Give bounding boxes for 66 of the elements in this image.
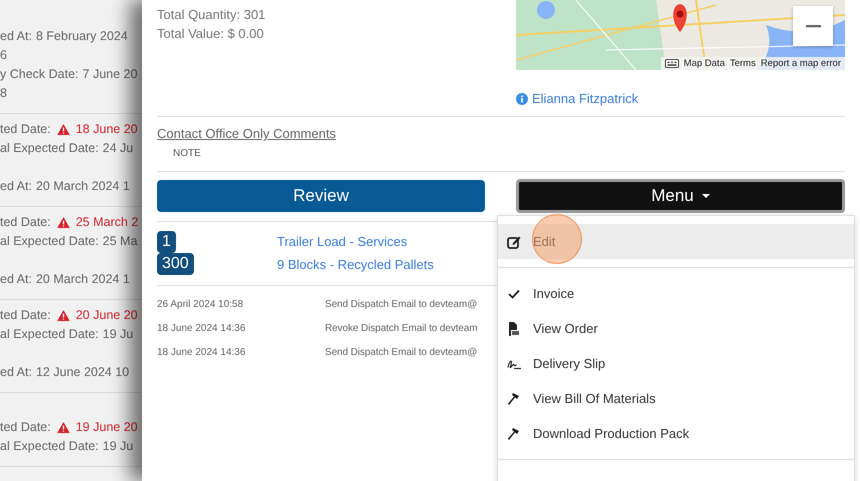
field-value: 6 (0, 47, 7, 64)
field-value: 20 June 20 (76, 307, 138, 324)
map-attribution-link[interactable]: Map Data (684, 58, 725, 69)
quantity-badge: 1 (157, 231, 176, 253)
field-label: al Expected Date: (0, 140, 99, 157)
field-value: 25 March 2 (76, 214, 138, 231)
warning-icon (56, 422, 70, 433)
warning-icon (56, 217, 70, 228)
field-label: ed At: (0, 271, 32, 288)
contact-link[interactable]: Elianna Fitzpatrick (532, 91, 638, 106)
field-value: 19 Ju (102, 438, 134, 455)
field-value: 7 June 20 (82, 66, 138, 83)
review-button[interactable]: Review (157, 180, 485, 212)
map-attribution-link[interactable]: Report a map error (760, 58, 841, 69)
field-label: ted Date: (0, 121, 51, 138)
item-link[interactable]: Trailer Load - Services (277, 232, 434, 251)
menu-item[interactable]: Download Production Pack (498, 416, 854, 451)
log-date: 18 June 2024 14:36 (157, 322, 246, 334)
field-label: ed At: (0, 364, 32, 381)
menu-item[interactable]: Invoice (498, 276, 854, 311)
field-label: ted Date: (0, 419, 51, 436)
summary-text: Total Value: $ 0.00 (157, 25, 265, 43)
field-value: 20 March 2024 1 (36, 271, 130, 288)
quantity-badge: 300 (157, 253, 194, 275)
menu-item[interactable]: View Order (498, 311, 854, 346)
field-label: al Expected Date: (0, 438, 99, 455)
keyboard-icon[interactable] (664, 59, 679, 68)
menu-item[interactable]: Delivery Slip (498, 346, 854, 381)
field-label: ed At: (0, 178, 32, 195)
caret-icon (702, 194, 710, 198)
menu-button[interactable]: Menu (516, 179, 845, 213)
warning-icon (56, 124, 70, 135)
field-value: 18 June 20 (76, 121, 138, 138)
field-value: 8 February 2024 (36, 28, 128, 45)
log-message: Send Dispatch Email to devteam@ (325, 298, 478, 310)
item-link[interactable]: 9 Blocks - Recycled Pallets (277, 255, 434, 274)
minus-icon (804, 24, 822, 28)
menu-item[interactable]: View Bill Of Materials (498, 381, 854, 416)
field-value: 19 June 20 (76, 419, 138, 436)
field-value: 25 Ma (102, 233, 138, 250)
field-label: ed At: (0, 28, 32, 45)
field-value: 24 Ju (102, 140, 134, 157)
field-value: 12 June 2024 10 (36, 364, 130, 381)
log-date: 18 June 2024 14:36 (157, 346, 246, 358)
field-label: al Expected Date: (0, 233, 99, 250)
field-label: ted Date: (0, 307, 51, 324)
field-label: y Check Date: (0, 66, 79, 83)
summary-text: Total Quantity: 301 (157, 6, 266, 24)
note-text: NOTE (173, 148, 202, 159)
field-value: 20 March 2024 1 (36, 178, 130, 195)
comments-heading: Contact Office Only Comments (157, 126, 336, 141)
log-date: 26 April 2024 10:58 (157, 298, 244, 310)
log-message: Revoke Dispatch Email to devteam (325, 322, 478, 334)
field-value: 8 (0, 85, 7, 102)
warning-icon (56, 310, 70, 321)
field-label: ted Date: (0, 214, 51, 231)
log-message: Send Dispatch Email to devteam@ (325, 346, 478, 358)
field-value: 19 Ju (102, 326, 134, 343)
click-highlight (532, 214, 582, 264)
field-label: al Expected Date: (0, 326, 99, 343)
edit-icon (507, 234, 521, 248)
pdf-file-icon (507, 322, 521, 336)
hammer-icon (507, 392, 521, 406)
hammer-icon (507, 426, 521, 440)
info-icon (516, 92, 528, 104)
map-attribution-link[interactable]: Terms (730, 58, 756, 69)
